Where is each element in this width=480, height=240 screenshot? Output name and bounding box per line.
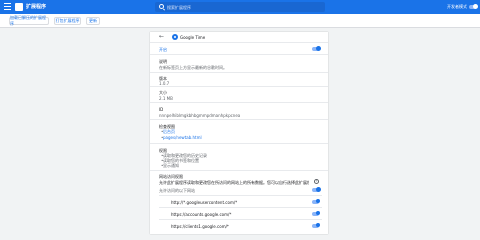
update-button[interactable]: 更新 xyxy=(86,17,100,25)
description-value: 在新标签页上方显示最新的谷歌时间。 xyxy=(159,65,227,70)
enabled-label: 开启 xyxy=(159,47,167,52)
site-url: https://clients1.google.com/* xyxy=(171,224,229,229)
search-icon xyxy=(159,4,164,9)
site-row: https://accounts.google.com/* xyxy=(159,207,322,219)
id-value: nnnpelhiblmgkbhbgmmpdmanhpkpcnea xyxy=(159,113,241,118)
id-label: ID xyxy=(159,107,164,112)
permission-item: 显示通知 xyxy=(163,163,179,168)
search-bar[interactable] xyxy=(155,2,325,12)
top-bar: 扩展程序 开发者模式 xyxy=(0,0,480,14)
load-unpacked-button[interactable]: 加载已解压的扩展程序 xyxy=(9,15,49,26)
allowed-sites-label: 允许访问的以下网站 xyxy=(159,188,195,193)
permissions-row: 权限 • 读取和更改您的历史记录 • 读取您的书签和位置 • 显示通知 xyxy=(150,144,328,171)
view-link-newtab[interactable]: pages/newtab.html xyxy=(163,135,202,140)
site-toggle[interactable] xyxy=(312,199,320,204)
inspect-views-row: 检查视图 • 后台页 • pages/newtab.html xyxy=(150,120,328,144)
help-icon[interactable]: ? xyxy=(314,179,319,184)
pack-extension-button[interactable]: 打包扩展程序 xyxy=(54,17,81,25)
dev-mode-label: 开发者模式 xyxy=(447,4,467,9)
site-url: http://*.googleusercontent.com/* xyxy=(171,200,238,205)
extension-header: ← Google Time xyxy=(150,32,328,43)
extension-name: Google Time xyxy=(180,35,206,40)
version-value: 1.0.7 xyxy=(159,81,170,86)
back-arrow-icon[interactable]: ← xyxy=(159,34,164,40)
enabled-toggle[interactable] xyxy=(312,46,321,51)
page-title: 扩展程序 xyxy=(26,4,47,10)
site-url: https://accounts.google.com/* xyxy=(171,212,232,217)
id-row: ID nnnpelhiblmgkbhbgmmpdmanhpkpcnea xyxy=(150,103,328,120)
menu-icon[interactable] xyxy=(4,3,11,11)
developer-toolbar: 加载已解压的扩展程序 打包扩展程序 更新 xyxy=(0,14,480,28)
dev-mode-toggle[interactable] xyxy=(469,4,478,9)
search-input[interactable] xyxy=(167,3,317,11)
site-toggle[interactable] xyxy=(312,223,320,228)
site-toggle[interactable] xyxy=(312,211,320,216)
enabled-row: 开启 xyxy=(150,43,328,55)
version-row: 版本 1.0.7 xyxy=(150,73,328,87)
site-access-value: 允许此扩展程序读取和更改您在所访问的网站上的所有数据。您可以自行选择此扩展程序能… xyxy=(159,180,309,185)
extension-details-card: ← Google Time 开启 说明 在新标签页上方显示最新的谷歌时间。 版本… xyxy=(150,32,328,234)
site-row: https://clients1.google.com/* xyxy=(159,219,322,231)
site-access-section: 网站访问权限 允许此扩展程序读取和更改您在所访问的网站上的所有数据。您可以自行选… xyxy=(150,171,328,234)
extensions-logo-icon xyxy=(15,3,23,11)
extension-icon xyxy=(172,34,178,40)
size-row: 大小 2.1 MB xyxy=(150,87,328,103)
size-value: 2.1 MB xyxy=(159,96,173,101)
allowed-sites-toggle[interactable] xyxy=(312,187,321,192)
site-row: http://*.googleusercontent.com/* xyxy=(159,195,322,207)
description-row: 说明 在新标签页上方显示最新的谷歌时间。 xyxy=(150,55,328,73)
